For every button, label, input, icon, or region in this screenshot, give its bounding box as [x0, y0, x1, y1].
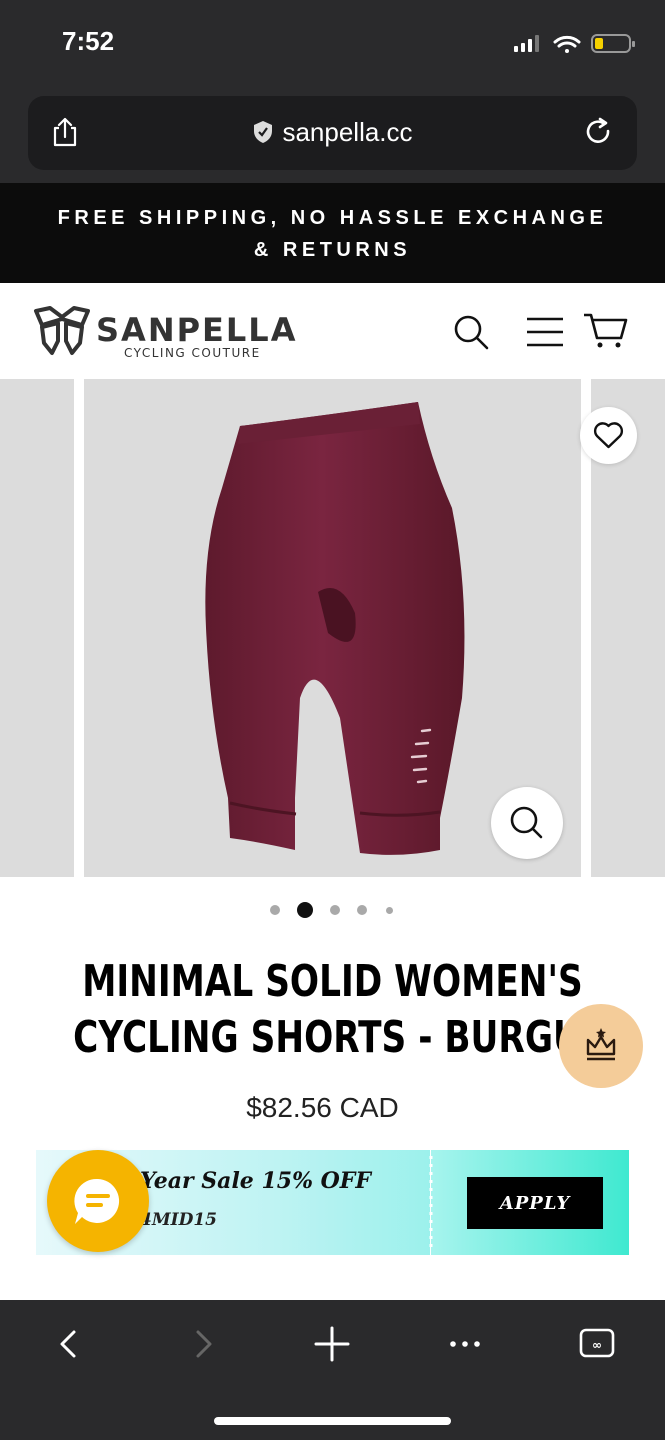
coupon-headline: Year Sale 15% OFF: [140, 1168, 372, 1194]
zoom-button[interactable]: [491, 787, 563, 859]
coupon-code: 4MID15: [140, 1210, 217, 1230]
gallery-dot-4[interactable]: [357, 905, 367, 915]
gallery-slide-prev[interactable]: [0, 379, 74, 877]
status-icons: [514, 34, 635, 53]
brand-tagline: CYCLING COUTURE: [124, 346, 261, 360]
heart-icon: [594, 422, 623, 449]
cart-icon[interactable]: [583, 312, 629, 350]
promo-line-2: & RETURNS: [253, 239, 412, 261]
svg-text:∞: ∞: [592, 1338, 602, 1352]
chat-button[interactable]: [47, 1150, 149, 1252]
crown-icon: [586, 1028, 616, 1061]
gallery-dot-3[interactable]: [330, 905, 340, 915]
logo-mark-icon[interactable]: [32, 305, 92, 359]
tabs-icon[interactable]: ∞: [575, 1322, 619, 1366]
zoom-icon: [510, 806, 543, 839]
gallery-dot-5[interactable]: [386, 907, 393, 914]
product-image-shorts: [205, 402, 465, 855]
gallery-dot-2-active[interactable]: [297, 902, 313, 918]
signal-icon: [514, 35, 539, 52]
more-icon[interactable]: [443, 1322, 487, 1366]
product-price: $82.56 CAD: [246, 1092, 399, 1123]
promo-banner: FREE SHIPPING, NO HASSLE EXCHANGE & RETU…: [0, 183, 665, 283]
promo-line-1: FREE SHIPPING, NO HASSLE EXCHANGE: [57, 207, 608, 229]
url-label: sanpella.cc: [282, 117, 413, 147]
search-icon[interactable]: [452, 313, 490, 351]
battery-icon: [591, 34, 635, 53]
product-title: MINIMAL SOLID WOMEN'S CYCLING SHORTS - B…: [73, 954, 639, 1066]
back-icon[interactable]: [48, 1322, 92, 1366]
chat-icon: [74, 1178, 120, 1224]
menu-icon[interactable]: [525, 316, 567, 348]
coupon-perforation: [429, 1156, 433, 1250]
shield-icon: [254, 121, 273, 143]
status-time: 7:52: [62, 26, 115, 56]
url-text[interactable]: sanpella.cc: [0, 117, 665, 148]
home-indicator[interactable]: [214, 1417, 451, 1425]
rewards-button[interactable]: [559, 1004, 643, 1088]
gallery-dot-1[interactable]: [270, 905, 280, 915]
apply-coupon-button[interactable]: APPLY: [467, 1177, 603, 1229]
product-title-line-1: MINIMAL SOLID WOMEN'S: [82, 956, 583, 1007]
forward-icon[interactable]: [180, 1322, 224, 1366]
wifi-icon: [553, 35, 581, 53]
reload-icon[interactable]: [584, 117, 614, 147]
new-tab-icon[interactable]: [310, 1322, 354, 1366]
product-title-line-2: CYCLING SHORTS - BURGUND: [73, 1012, 639, 1063]
wishlist-button[interactable]: [580, 407, 637, 464]
brand-name[interactable]: SANPELLA: [96, 311, 297, 349]
